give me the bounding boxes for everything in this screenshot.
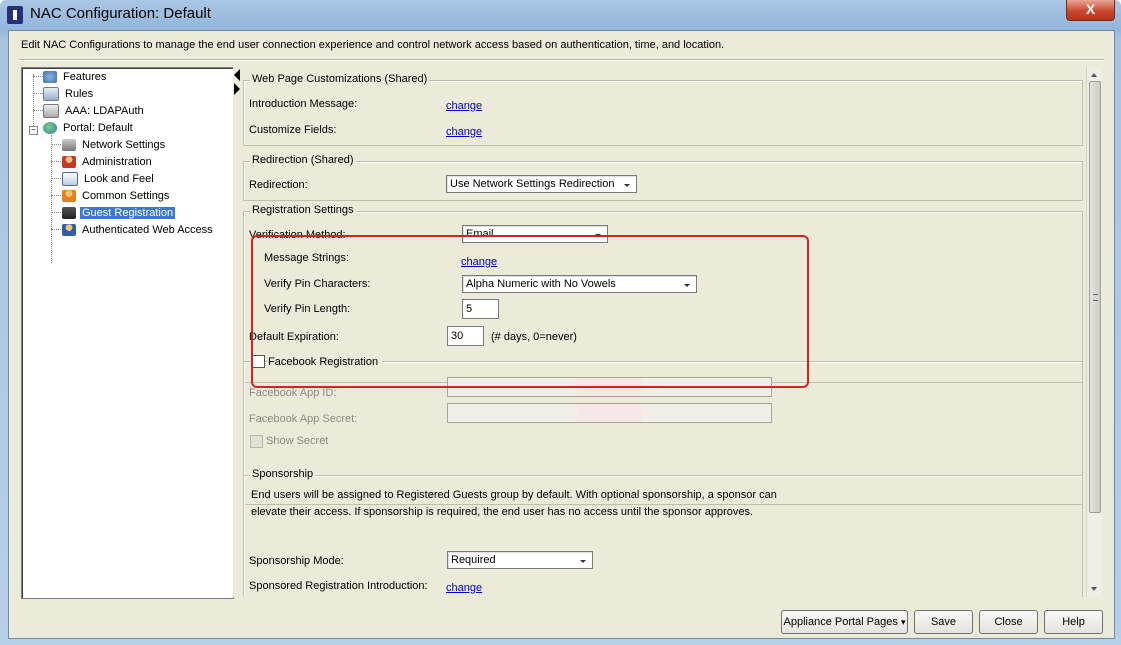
group-title: Sponsorship [250,468,316,480]
facebook-app-secret-input[interactable] [447,403,772,423]
group-title: Web Page Customizations (Shared) [250,73,430,85]
redirection-select[interactable]: Use Network Settings Redirection [446,175,637,193]
tree-item-label: Administration [82,156,152,168]
tree-line [51,161,61,162]
tree-item-guest-registration[interactable]: Guest Registration [62,205,176,221]
tree-item-label: Common Settings [82,190,170,202]
network-icon [62,139,76,152]
tree-item-aaa[interactable]: AAA: LDAPAuth [43,103,146,119]
sponsorship-mode-value: Required [451,554,496,566]
customize-fields-label: Customize Fields: [249,124,337,136]
tree-line [33,93,43,94]
appliance-portal-pages-label: Appliance Portal Pages [783,616,898,628]
help-button[interactable]: Help [1044,610,1103,634]
title-bar: NAC Configuration: Default X [0,0,1121,30]
window-close-button[interactable]: X [1066,0,1115,21]
chevron-down-icon [580,560,586,563]
close-button[interactable]: Close [979,610,1038,634]
tree-item-label: Guest Registration [80,207,176,219]
sponsored-registration-intro-label: Sponsored Registration Introduction: [249,580,428,592]
tree-item-authenticated-web-access[interactable]: Authenticated Web Access [62,222,215,238]
sponsorship-mode-select[interactable]: Required [447,551,593,569]
save-button[interactable]: Save [914,610,973,634]
facebook-app-secret-label: Facebook App Secret: [249,413,358,425]
sponsorship-description-line1: End users will be assigned to Registered… [251,489,777,501]
dialog-body: Edit NAC Configurations to manage the en… [8,30,1115,639]
tree-line [51,178,61,179]
vertical-scrollbar[interactable] [1086,67,1102,597]
separator [19,59,1104,61]
tree-line [33,74,34,128]
web-page-customizations-group: Web Page Customizations (Shared) [243,73,1083,146]
grip-icon [1093,294,1098,301]
group-title: Registration Settings [250,204,356,216]
dropdown-icon: ▾ [900,617,906,627]
tree-item-portal[interactable]: Portal: Default [43,120,135,136]
tree-item-administration[interactable]: Administration [62,154,154,170]
tree-item-label: AAA: LDAPAuth [65,105,144,117]
globe-icon [43,122,57,135]
expand-right-icon[interactable] [234,83,240,95]
tree-item-label: Authenticated Web Access [82,224,213,236]
tree-item-label: Look and Feel [84,173,154,185]
collapse-icon[interactable]: − [29,126,38,135]
tree-line [51,212,61,213]
facebook-app-id-label: Facebook App ID: [249,387,337,399]
sponsored-registration-intro-change-link[interactable]: change [446,582,482,594]
common-settings-icon [62,190,76,203]
scrollbar-thumb[interactable] [1089,81,1101,513]
tree-item-label: Network Settings [82,139,166,151]
show-secret-checkbox[interactable] [250,435,263,448]
intro-message-label: Introduction Message: [249,98,358,110]
tree-item-look-and-feel[interactable]: Look and Feel [62,171,156,187]
navigation-tree: − Features Rules AAA: LDAPAuth Portal: D… [21,67,234,599]
tree-line [51,195,61,196]
tree-item-label: Rules [65,88,94,100]
collapse-left-icon[interactable] [234,69,240,81]
tree-item-common-settings[interactable]: Common Settings [62,188,171,204]
guest-registration-icon [62,207,76,220]
sponsorship-description-line2: elevate their access. If sponsorship is … [251,506,754,518]
tree-item-label: Features [63,71,107,83]
tree-line [33,76,43,77]
tree-item-features[interactable]: Features [43,69,108,85]
tree-item-label: Portal: Default [63,122,133,134]
description-text: Edit NAC Configurations to manage the en… [21,39,725,51]
app-icon [7,6,23,24]
tree-item-network-settings[interactable]: Network Settings [62,137,167,153]
rules-icon [43,87,59,102]
redirection-label: Redirection: [249,179,308,191]
look-feel-icon [62,172,78,187]
tree-line [51,144,61,145]
redirection-group: Redirection (Shared) [243,154,1083,201]
customize-fields-change-link[interactable]: change [446,126,482,138]
chevron-down-icon [624,184,630,187]
tree-line [51,135,52,263]
window-title: NAC Configuration: Default [30,5,211,22]
split-divider[interactable] [233,67,241,597]
admin-icon [62,156,76,169]
sponsorship-mode-label: Sponsorship Mode: [249,555,344,567]
nac-configuration-window: NAC Configuration: Default X Edit NAC Co… [0,0,1121,645]
group-title: Redirection (Shared) [250,154,356,166]
scroll-up-icon[interactable] [1091,73,1097,77]
appliance-portal-pages-button[interactable]: Appliance Portal Pages ▾ [781,610,908,634]
scroll-down-icon[interactable] [1091,587,1097,591]
show-secret-label: Show Secret [266,435,329,447]
tree-line [33,110,43,111]
settings-panel: Web Page Customizations (Shared) Introdu… [241,67,1086,597]
highlight-annotation [251,235,809,388]
tree-item-rules[interactable]: Rules [43,86,95,102]
tree-line [51,229,61,230]
aaa-icon [43,104,59,119]
web-access-icon [62,224,76,237]
intro-message-change-link[interactable]: change [446,100,482,112]
features-icon [43,71,57,84]
redirection-value: Use Network Settings Redirection [450,178,615,190]
